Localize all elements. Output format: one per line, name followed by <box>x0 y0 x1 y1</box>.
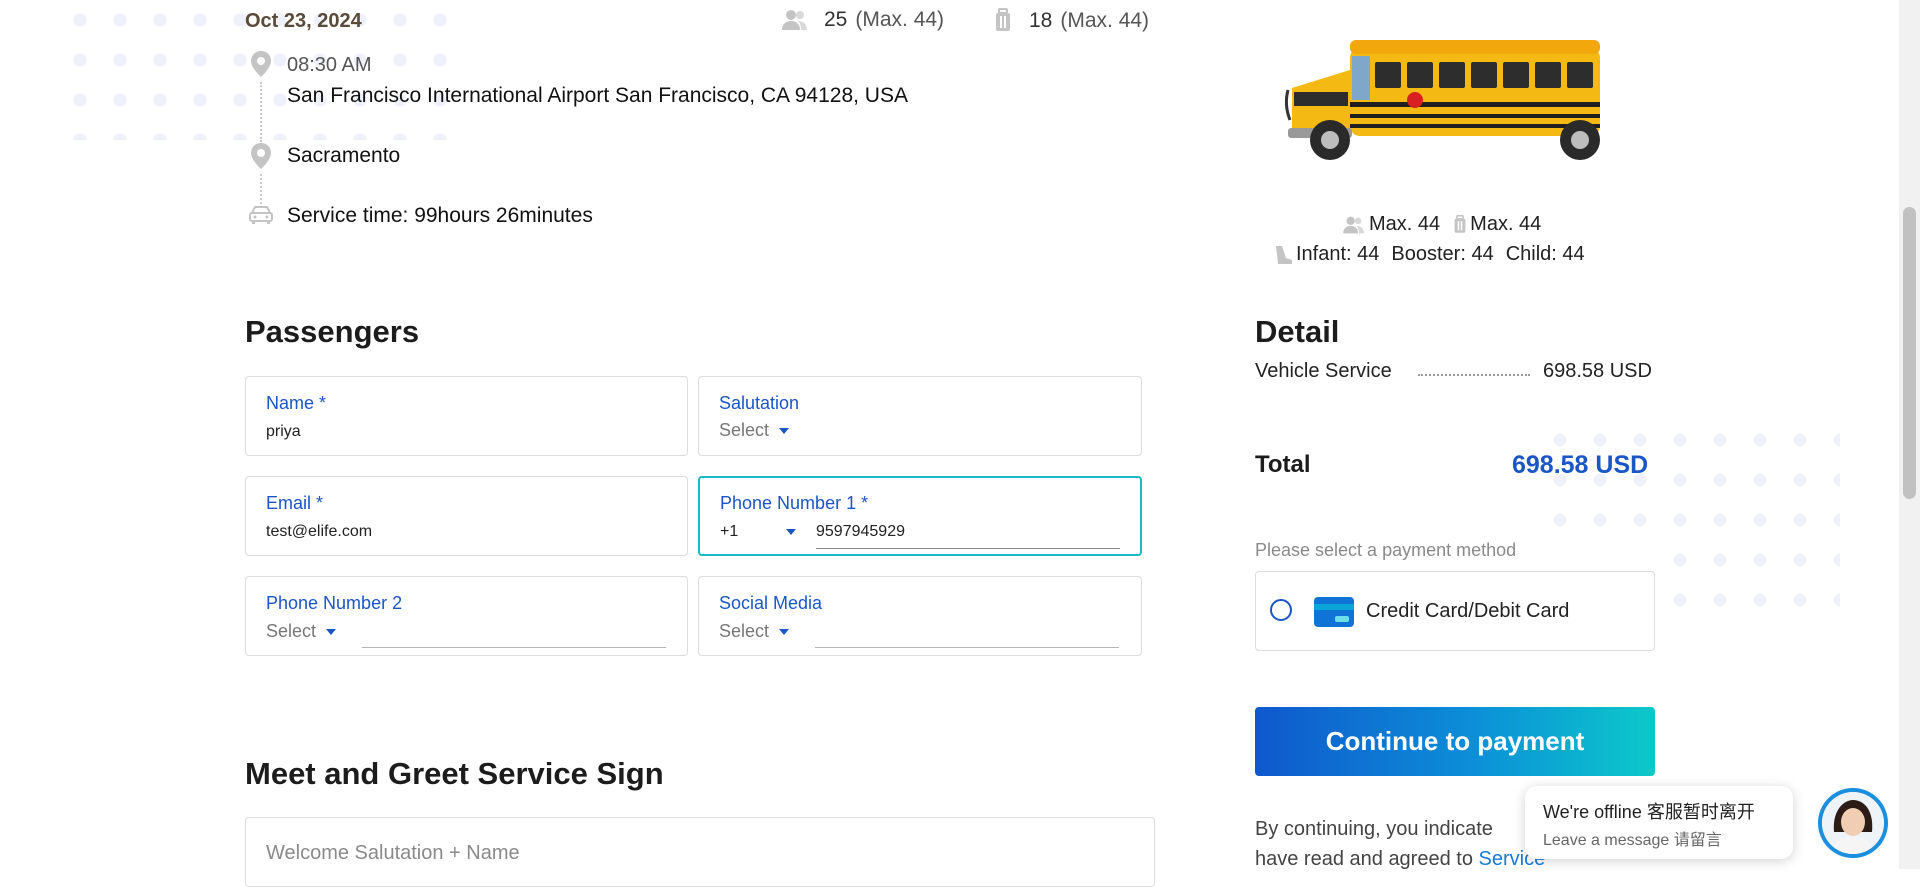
scrollbar-thumb[interactable] <box>1903 207 1916 499</box>
vehicle-service-label: Vehicle Service <box>1255 360 1392 382</box>
salutation-field[interactable]: Salutation Select <box>698 376 1142 456</box>
meet-greet-heading: Meet and Greet Service Sign <box>245 756 664 791</box>
page-scrollbar[interactable] <box>1899 0 1920 869</box>
phone2-select-value: Select <box>266 621 317 641</box>
passengers-heading: Passengers <box>245 314 420 349</box>
pickup-time: 08:30 AM <box>287 54 372 76</box>
service-time: Service time: 99hours 26minutes <box>287 204 593 227</box>
background-dots-right-mid <box>1540 420 1660 540</box>
salutation-select-value: Select <box>719 420 770 440</box>
detail-heading: Detail <box>1255 314 1340 349</box>
school-bus-image <box>1280 30 1600 170</box>
chevron-down-icon <box>779 427 790 434</box>
social-media-field[interactable]: Social Media Select <box>698 576 1142 656</box>
vehicle-capacity-row: Max. 44 Max. 44 <box>1341 213 1541 236</box>
social-media-select-value: Select <box>719 621 770 641</box>
terms-line-2: have read and agreed to Service <box>1255 848 1545 871</box>
pickup-pin-icon <box>249 50 273 83</box>
vehicle-seats-row: Infant: 44 Booster: 44 Child: 44 <box>1272 243 1585 266</box>
salutation-select[interactable]: Select <box>719 420 790 441</box>
chat-bubble[interactable]: We're offline 客服暂时离开 Leave a message 请留言 <box>1525 786 1793 859</box>
social-media-select[interactable]: Select <box>719 621 790 642</box>
chevron-down-icon <box>779 628 790 635</box>
vehicle-passengers-icon <box>1341 215 1367 235</box>
salutation-label: Salutation <box>719 393 800 413</box>
dropoff-pin-icon <box>249 142 273 175</box>
child-seats: Child: 44 <box>1505 243 1585 265</box>
car-icon <box>248 204 274 231</box>
passenger-count: 25 <box>824 8 848 31</box>
infant-seats: Infant: 44 <box>1296 243 1380 265</box>
phone1-code-value: +1 <box>720 523 739 540</box>
terms-line-2-text: have read and agreed to <box>1255 848 1473 870</box>
payment-prompt: Please select a payment method <box>1255 540 1517 560</box>
vehicle-service-price: 698.58 USD <box>1543 360 1652 382</box>
email-value[interactable]: test@elife.com <box>266 523 372 541</box>
phone1-underline <box>816 548 1120 549</box>
phone2-country-select[interactable]: Select <box>266 621 337 642</box>
social-media-input[interactable] <box>815 647 1119 648</box>
meet-greet-sign-input[interactable]: Welcome Salutation + Name <box>245 817 1155 887</box>
social-media-label: Social Media <box>719 593 823 613</box>
vehicle-max-passengers: Max. 44 <box>1369 213 1441 235</box>
car-seat-icon <box>1272 244 1294 266</box>
continue-to-payment-button[interactable]: Continue to payment <box>1255 707 1655 776</box>
chevron-down-icon <box>786 529 797 535</box>
chevron-down-icon <box>326 628 337 635</box>
payment-option-card[interactable]: Credit Card/Debit Card <box>1255 571 1655 651</box>
payment-radio[interactable] <box>1270 599 1292 621</box>
booster-seats: Booster: 44 <box>1391 243 1494 265</box>
email-field[interactable]: Email * test@elife.com <box>245 476 688 556</box>
passenger-capacity: 25 (Max. 44) <box>780 8 944 32</box>
trip-date: Oct 23, 2024 <box>245 10 362 32</box>
route-line <box>260 82 262 142</box>
route-line-2 <box>260 174 262 204</box>
phone2-field[interactable]: Phone Number 2 Select <box>245 576 688 656</box>
luggage-max: (Max. 44) <box>1060 9 1150 32</box>
phone2-label: Phone Number 2 <box>266 593 403 613</box>
background-dots-right <box>1660 420 1840 620</box>
phone1-field[interactable]: Phone Number 1 * +1 9597945929 <box>698 476 1142 556</box>
phone1-input[interactable]: 9597945929 <box>816 523 905 541</box>
phone1-label: Phone Number 1 * <box>720 493 869 513</box>
avatar <box>1822 792 1884 854</box>
passengers-icon <box>780 8 810 32</box>
payment-option-label: Credit Card/Debit Card <box>1366 600 1570 622</box>
vehicle-max-luggage: Max. 44 <box>1470 213 1542 235</box>
dropoff-location: Sacramento <box>287 144 401 167</box>
phone2-input[interactable] <box>362 647 666 648</box>
credit-card-icon <box>1313 596 1355 633</box>
leader-dots <box>1418 374 1530 376</box>
luggage-count: 18 <box>1029 9 1053 32</box>
name-label: Name * <box>266 393 327 413</box>
chat-prompt: Leave a message 请留言 <box>1543 832 1722 849</box>
total-price: 698.58 USD <box>1512 451 1649 479</box>
luggage-capacity: 18 (Max. 44) <box>993 8 1149 34</box>
total-label: Total <box>1255 451 1311 478</box>
chat-status: We're offline 客服暂时离开 <box>1543 802 1755 822</box>
chat-avatar-button[interactable] <box>1818 788 1888 858</box>
meet-greet-placeholder: Welcome Salutation + Name <box>266 842 520 864</box>
email-label: Email * <box>266 493 324 513</box>
pickup-address: San Francisco International Airport San … <box>287 84 908 107</box>
luggage-icon <box>993 8 1013 34</box>
terms-line-1: By continuing, you indicate <box>1255 818 1493 840</box>
name-field[interactable]: Name * priya <box>245 376 688 456</box>
vehicle-luggage-icon <box>1452 214 1468 235</box>
name-value[interactable]: priya <box>266 423 301 441</box>
passenger-max: (Max. 44) <box>855 8 945 31</box>
phone1-country-code[interactable]: +1 <box>720 523 797 541</box>
